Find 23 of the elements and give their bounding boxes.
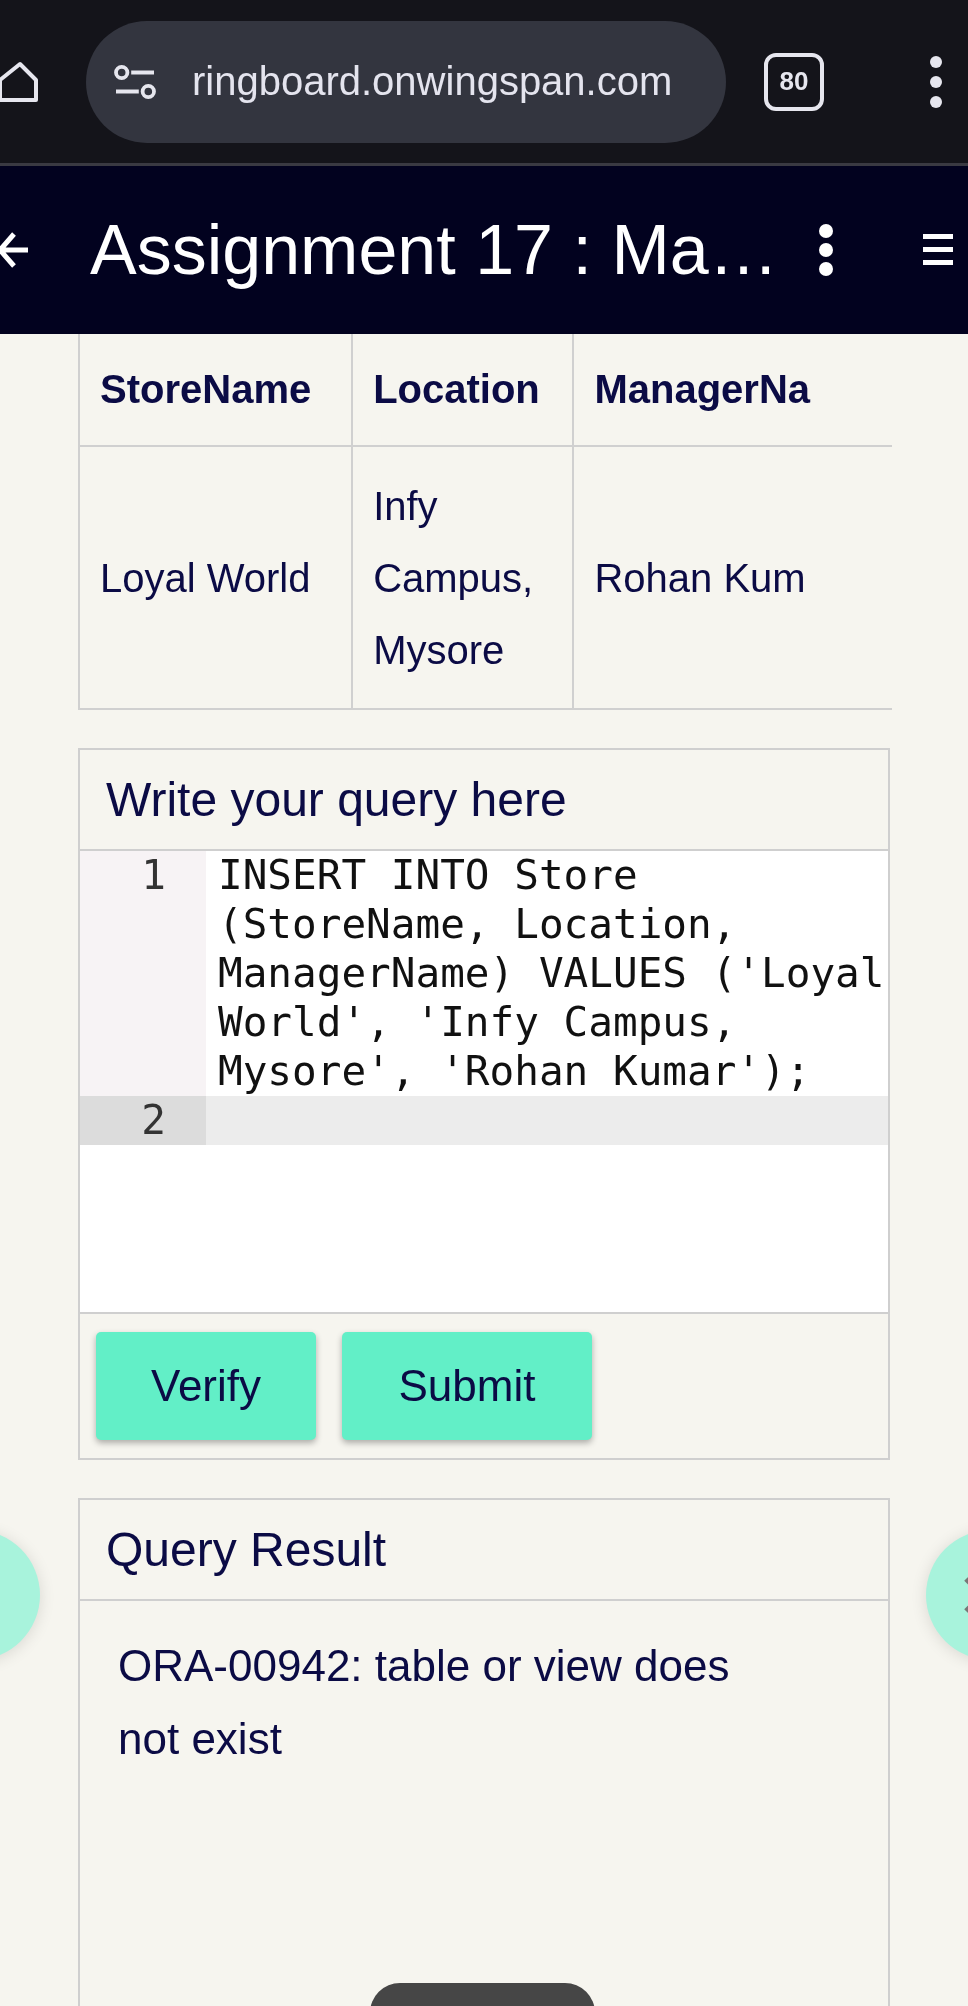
url-text: ringboard.onwingspan.com [192,59,673,104]
menu-icon[interactable] [930,55,942,108]
line-number: 1 [80,851,206,1096]
table-header-cell: Location [352,334,574,446]
result-message: ORA-00942: table or view does not exist [117,1640,731,1765]
line-number: 2 [80,1096,206,1145]
table-header-cell: StoreName [80,334,353,446]
code-editor[interactable]: 1 INSERT INTO Store (StoreName, Location, ManagerName) VALUES ('Loyal World', 'Infy Campus, Mysore', 'Rohan Kumar'); 2 [80,851,888,1314]
table-cell: Rohan Kum [573,446,892,709]
site-settings-icon[interactable] [112,62,158,101]
address-bar[interactable]: ringboard.onwingspan.com [86,20,726,143]
card-title: Query Result [80,1500,888,1601]
back-arrow-icon[interactable] [0,230,30,270]
verify-button[interactable]: Verify [96,1332,316,1440]
home-icon[interactable] [0,59,38,104]
page-title: Assignment 17 : Ma… [90,210,779,290]
code-line: INSERT INTO Store (StoreName, Location, ManagerName) VALUES ('Loyal World', 'Infy Campus, Mysore', 'Rohan Kumar'); [217,851,886,1096]
table-cell: Loyal World [80,446,353,709]
submit-button[interactable]: Submit [342,1332,592,1440]
more-options-icon[interactable] [818,224,833,276]
table-cell: Infy Campus, Mysore [352,446,574,709]
table-header-cell: ManagerNa [573,334,892,446]
tab-count-button[interactable]: 80 [764,52,824,111]
